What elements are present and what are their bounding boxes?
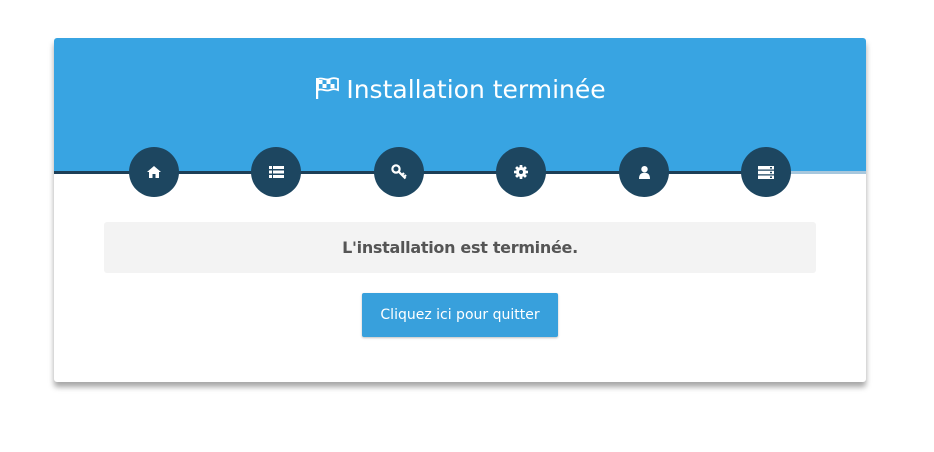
step-key[interactable]: [374, 147, 424, 197]
checkered-flag-icon: [314, 76, 340, 108]
completion-message: L'installation est terminée.: [342, 238, 578, 257]
user-icon: [638, 165, 650, 179]
step-home[interactable]: [129, 147, 179, 197]
completion-message-box: L'installation est terminée.: [104, 222, 816, 273]
card-header: Installation terminée: [54, 38, 866, 172]
step-settings[interactable]: [496, 147, 546, 197]
step-list[interactable]: [251, 147, 301, 197]
progress-remaining: [791, 171, 866, 174]
quit-button[interactable]: Cliquez ici pour quitter: [362, 293, 558, 337]
step-user[interactable]: [619, 147, 669, 197]
key-icon: [391, 164, 407, 180]
server-icon: [758, 165, 774, 179]
list-icon: [268, 166, 284, 178]
page-title-text: Installation terminée: [346, 75, 606, 104]
step-server[interactable]: [741, 147, 791, 197]
page-title: Installation terminée: [54, 74, 866, 108]
home-icon: [147, 166, 161, 178]
gear-icon: [514, 165, 528, 179]
installer-card: Installation terminée L'installation est…: [54, 38, 866, 382]
